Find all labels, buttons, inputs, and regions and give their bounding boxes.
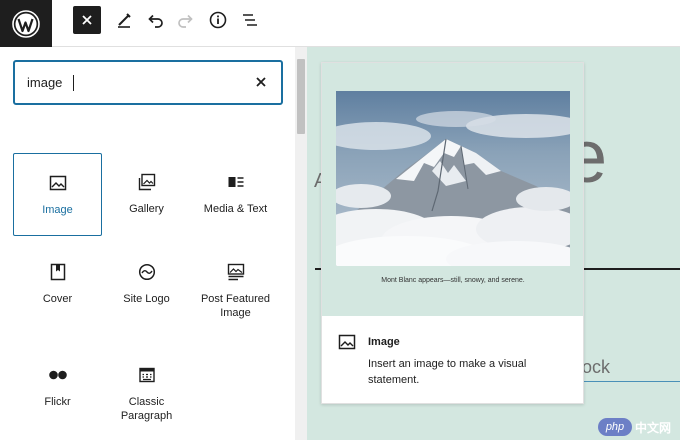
watermark-logo: php (598, 418, 632, 436)
close-icon (256, 77, 266, 87)
close-inserter-button[interactable] (73, 6, 101, 34)
mountain-photo (336, 91, 570, 266)
media-text-icon (225, 171, 247, 193)
block-item-image[interactable]: Image (13, 153, 102, 236)
info-icon (209, 11, 227, 29)
image-icon (338, 333, 358, 353)
block-item-label: Classic Paragraph (120, 396, 173, 422)
tools-button[interactable] (110, 6, 138, 34)
preview-block-description: Insert an image to make a visual stateme… (368, 358, 527, 386)
block-item-site-logo[interactable]: Site Logo (102, 243, 191, 326)
block-item-post-featured-image[interactable]: Post Featured Image (191, 243, 280, 326)
block-item-classic[interactable]: Classic Paragraph (102, 346, 191, 429)
wordpress-logo-icon[interactable] (0, 0, 52, 47)
redo-button[interactable] (172, 6, 200, 34)
block-inserter-panel: Image Gallery Media & Text Cove (0, 47, 295, 440)
block-item-label: Gallery (129, 203, 164, 215)
preview-canvas: Mont Blanc appears—still, snowy, and ser… (322, 63, 583, 316)
post-featured-image-icon (225, 261, 247, 283)
block-search-input[interactable] (27, 62, 247, 103)
block-item-label: Post Featured Image (200, 293, 271, 319)
preview-info: Image Insert an image to make a visual s… (322, 316, 583, 403)
block-item-flickr[interactable]: Flickr (13, 346, 102, 429)
block-preview-popover: Mont Blanc appears—still, snowy, and ser… (321, 62, 584, 404)
image-icon (47, 172, 69, 194)
block-item-label: Site Logo (123, 293, 170, 305)
scrollbar-thumb[interactable] (297, 59, 305, 134)
cover-icon (47, 261, 69, 283)
undo-button[interactable] (141, 6, 169, 34)
text-caret (73, 75, 74, 91)
image-caption: Mont Blanc appears—still, snowy, and ser… (381, 277, 525, 284)
block-search-box[interactable] (13, 60, 283, 105)
block-item-cover[interactable]: Cover (13, 243, 102, 326)
canvas-placeholder-fragment: ock (582, 357, 611, 377)
close-icon (82, 15, 92, 25)
redo-icon (178, 14, 193, 28)
canvas-placeholder-underline (584, 381, 680, 382)
preview-block-title: Image (368, 336, 400, 348)
block-item-label: Image (42, 204, 73, 216)
watermark-text: 中文网 (635, 420, 672, 435)
classic-icon (136, 364, 158, 386)
flickr-icon (47, 364, 69, 386)
inserter-scrollbar[interactable] (295, 47, 307, 440)
clear-search-button[interactable] (253, 74, 269, 90)
top-toolbar (0, 0, 680, 47)
site-logo-icon (136, 261, 158, 283)
list-view-icon (243, 14, 257, 26)
pencil-icon (118, 13, 131, 28)
block-item-label: Cover (42, 293, 73, 305)
block-item-label: Media & Text (203, 203, 268, 215)
block-item-media-text[interactable]: Media & Text (191, 153, 280, 236)
site-watermark: php 中文网 (598, 418, 671, 436)
gallery-icon (136, 171, 158, 193)
undo-icon (148, 14, 163, 28)
details-button[interactable] (204, 6, 232, 34)
block-item-gallery[interactable]: Gallery (102, 153, 191, 236)
list-view-button[interactable] (236, 6, 264, 34)
block-item-label: Flickr (44, 396, 71, 408)
